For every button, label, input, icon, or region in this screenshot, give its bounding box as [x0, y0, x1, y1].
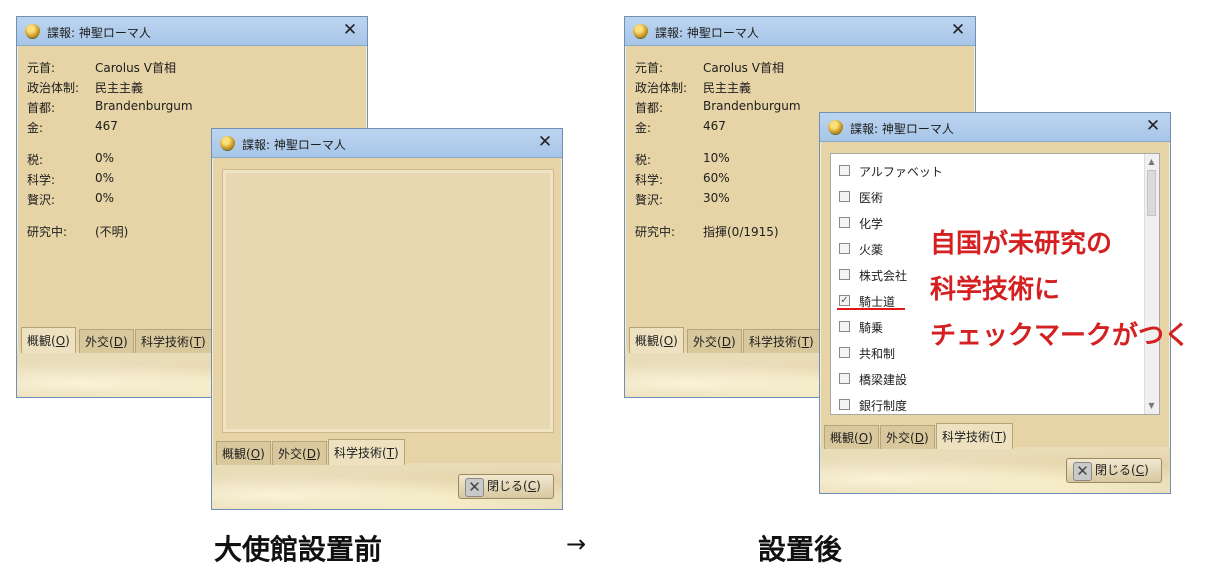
checkbox-icon[interactable]	[839, 217, 850, 228]
civ-globe-icon	[220, 136, 235, 150]
government-value: 民主主義	[95, 81, 144, 95]
tab-overview[interactable]: 概観(O)	[629, 327, 684, 353]
close-x-icon: ✕	[1073, 462, 1092, 481]
leader-value: Carolus V首相	[95, 61, 176, 75]
close-x-icon: ✕	[465, 478, 484, 497]
tab-tech[interactable]: 科学技術(T)	[743, 329, 820, 353]
caption-after: 設置後	[758, 533, 843, 566]
tab-tech[interactable]: 科学技術(T)	[328, 439, 405, 465]
titlebar[interactable]: 諜報: 神聖ローマ人 ✕	[820, 113, 1170, 142]
titlebar[interactable]: 諜報: 神聖ローマ人 ✕	[212, 129, 562, 158]
close-icon[interactable]: ✕	[536, 132, 554, 152]
researching-label: 研究中:	[27, 225, 68, 239]
empty-tech-panel	[222, 169, 554, 433]
tab-tech[interactable]: 科学技術(T)	[936, 423, 1013, 449]
tech-name: 共和制	[859, 347, 896, 361]
tab-diplomacy[interactable]: 外交(D)	[880, 425, 935, 449]
tech-name: 橋梁建設	[859, 373, 908, 387]
capital-label: 首都:	[635, 101, 664, 115]
checked-tech-underline	[837, 308, 905, 310]
tab-bar: 概観(O) 外交(D) 科学技術(T)	[824, 423, 1164, 449]
tech-name: アルファベット	[859, 165, 943, 179]
researching-value: (不明)	[95, 225, 129, 239]
checkbox-icon[interactable]	[839, 191, 850, 202]
science-value: 60%	[703, 171, 730, 185]
tab-overview[interactable]: 概観(O)	[824, 425, 879, 449]
titlebar[interactable]: 諜報: 神聖ローマ人 ✕	[17, 17, 367, 46]
tab-diplomacy[interactable]: 外交(D)	[272, 441, 327, 465]
checkbox-icon[interactable]	[839, 165, 850, 176]
scroll-down-icon[interactable]: ▼	[1145, 400, 1158, 412]
tech-name: 医術	[859, 191, 884, 205]
window-title: 諜報: 神聖ローマ人	[47, 26, 151, 40]
checkbox-icon[interactable]	[839, 373, 850, 384]
civ-globe-icon	[633, 24, 648, 38]
civ-globe-icon	[828, 120, 843, 134]
tab-bar: 概観(O) 外交(D) 科学技術(T)	[216, 439, 556, 465]
government-label: 政治体制:	[635, 81, 688, 95]
annotation: 自国が未研究の 科学技術に チェックマークがつく	[930, 224, 1190, 356]
leader-value: Carolus V首相	[703, 61, 784, 75]
capital-value: Brandenburgum	[95, 99, 193, 113]
scroll-up-icon[interactable]: ▲	[1145, 156, 1158, 168]
annotation-line-3: チェックマークがつく	[930, 321, 1191, 351]
researching-label: 研究中:	[635, 225, 676, 239]
close-icon[interactable]: ✕	[1144, 116, 1162, 136]
tab-overview[interactable]: 概観(O)	[216, 441, 271, 465]
checkbox-icon[interactable]	[839, 321, 850, 332]
checkbox-icon[interactable]	[839, 347, 850, 358]
window-title: 諜報: 神聖ローマ人	[242, 138, 346, 152]
science-label: 科学:	[635, 173, 664, 187]
checkbox-icon[interactable]	[839, 269, 850, 280]
close-button[interactable]: ✕ 閉じる(C)	[1066, 458, 1162, 483]
tech-name: 火薬	[859, 243, 884, 257]
gold-value: 467	[703, 119, 726, 133]
tax-label: 税:	[635, 153, 652, 167]
leader-label: 元首:	[27, 61, 56, 75]
tax-value: 10%	[703, 151, 730, 165]
checkbox-icon[interactable]	[839, 399, 850, 410]
science-label: 科学:	[27, 173, 56, 187]
tab-tech[interactable]: 科学技術(T)	[135, 329, 212, 353]
tab-diplomacy[interactable]: 外交(D)	[79, 329, 134, 353]
scroll-thumb[interactable]	[1147, 170, 1156, 216]
tab-overview[interactable]: 概観(O)	[21, 327, 76, 353]
government-label: 政治体制:	[27, 81, 80, 95]
luxury-value: 30%	[703, 191, 730, 205]
checked-checkbox-icon[interactable]: ✓	[839, 295, 850, 306]
tax-value: 0%	[95, 151, 115, 165]
civ-globe-icon	[25, 24, 40, 38]
tech-name: 株式会社	[859, 269, 908, 283]
annotation-line-2: 科学技術に	[930, 275, 1061, 305]
luxury-label: 贅沢:	[635, 193, 664, 207]
close-icon[interactable]: ✕	[341, 20, 359, 40]
annotation-line-1: 自国が未研究の	[930, 229, 1113, 259]
government-value: 民主主義	[703, 81, 752, 95]
tech-name: 騎乗	[859, 321, 884, 335]
tax-label: 税:	[27, 153, 44, 167]
window-title: 諜報: 神聖ローマ人	[655, 26, 759, 40]
checkbox-icon[interactable]	[839, 243, 850, 254]
researching-value: 指揮(0/1915)	[703, 225, 779, 239]
gold-value: 467	[95, 119, 118, 133]
tech-name: 化学	[859, 217, 884, 231]
capital-label: 首都:	[27, 101, 56, 115]
luxury-value: 0%	[95, 191, 115, 205]
arrow-icon: →	[566, 530, 587, 558]
window-title: 諜報: 神聖ローマ人	[850, 122, 954, 136]
capital-value: Brandenburgum	[703, 99, 801, 113]
tab-diplomacy[interactable]: 外交(D)	[687, 329, 742, 353]
leader-label: 元首:	[635, 61, 664, 75]
close-button[interactable]: ✕ 閉じる(C)	[458, 474, 554, 499]
luxury-label: 贅沢:	[27, 193, 56, 207]
gold-label: 金:	[27, 121, 44, 135]
gold-label: 金:	[635, 121, 652, 135]
caption-before: 大使館設置前	[214, 533, 383, 566]
tech-name: 銀行制度	[859, 399, 908, 413]
close-icon[interactable]: ✕	[949, 20, 967, 40]
science-value: 0%	[95, 171, 115, 185]
intel-window-tech-before: 諜報: 神聖ローマ人 ✕ 概観(O) 外交(D) 科学技術(T) ✕ 閉じる(C)	[211, 128, 563, 510]
titlebar[interactable]: 諜報: 神聖ローマ人 ✕	[625, 17, 975, 46]
